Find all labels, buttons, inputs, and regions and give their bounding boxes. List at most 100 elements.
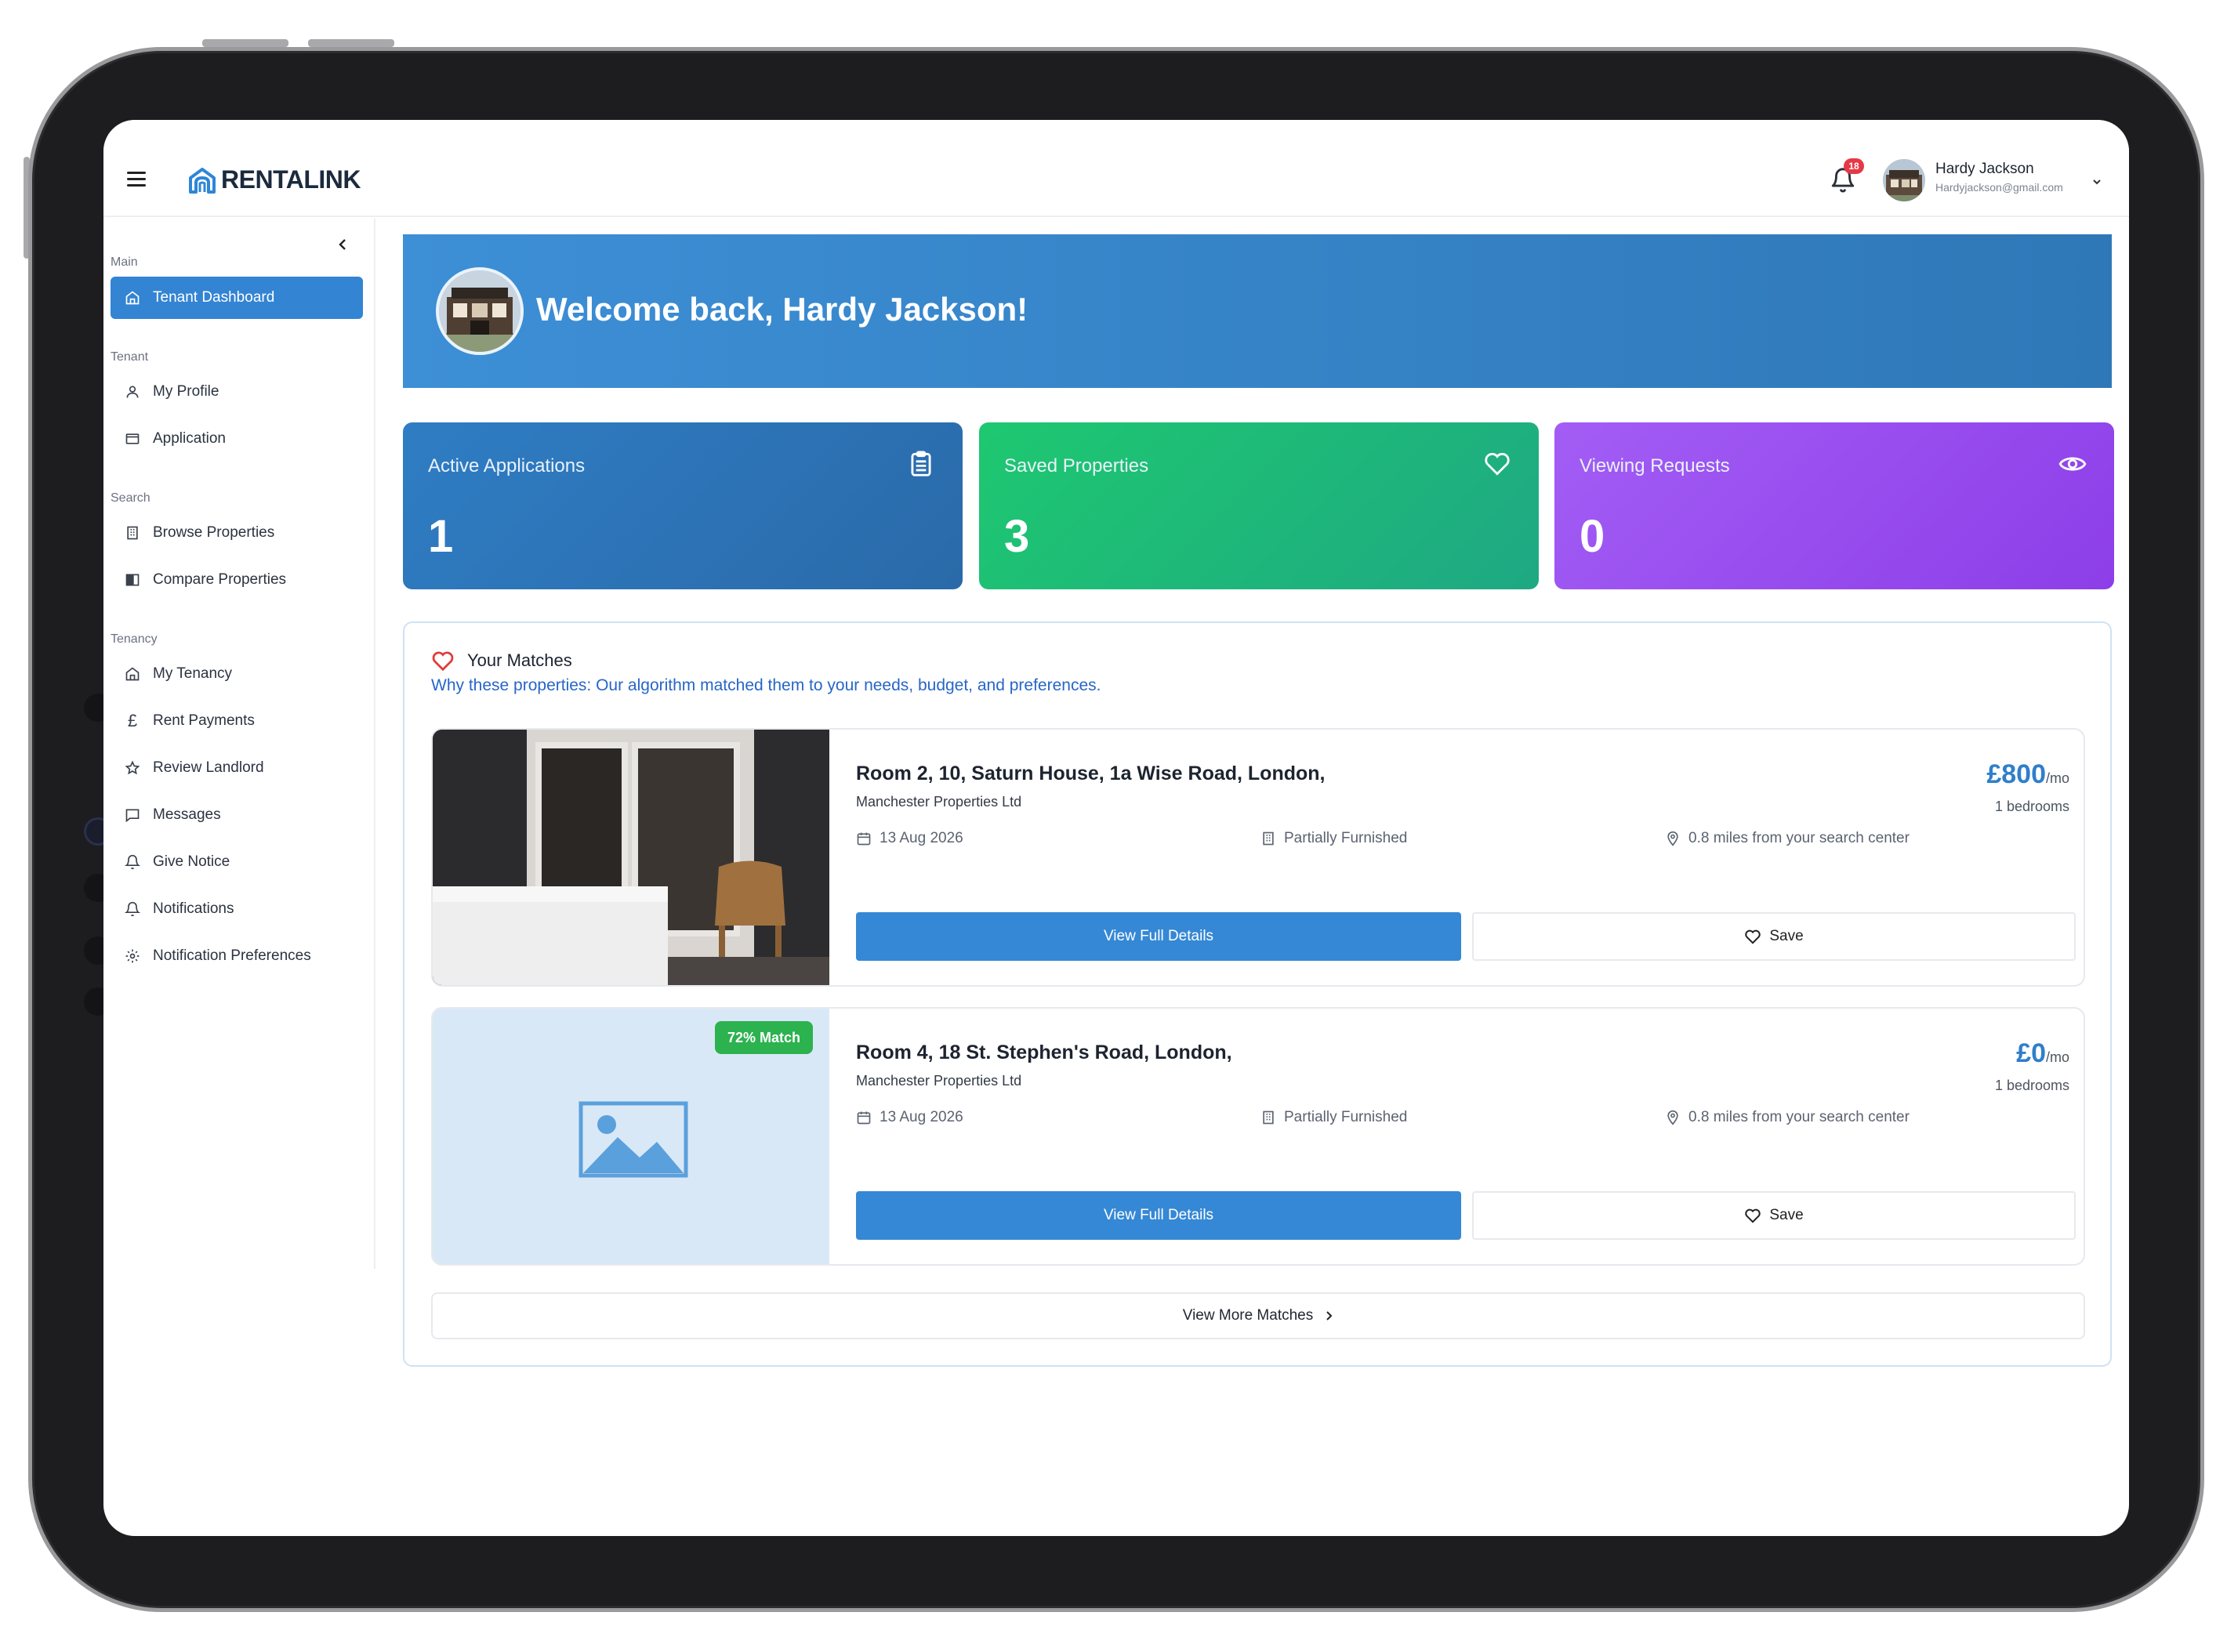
view-more-matches-button[interactable]: View More Matches bbox=[431, 1292, 2085, 1339]
sidebar-item-label: Review Landlord bbox=[153, 759, 264, 776]
bell-icon bbox=[125, 854, 140, 870]
property-furnishing-text: Partially Furnished bbox=[1284, 830, 1408, 846]
stat-card-active-applications[interactable]: Active Applications 1 bbox=[403, 422, 963, 589]
welcome-title: Welcome back, Hardy Jackson! bbox=[536, 291, 1028, 328]
message-icon bbox=[125, 809, 140, 823]
view-full-details-button[interactable]: View Full Details bbox=[856, 912, 1461, 961]
sidebar-item-label: Give Notice bbox=[153, 853, 230, 870]
stat-label: Saved Properties bbox=[1004, 455, 1149, 476]
save-label: Save bbox=[1769, 1207, 1804, 1223]
price-unit: /mo bbox=[2045, 770, 2069, 786]
sidebar-item-browse-properties[interactable]: Browse Properties bbox=[111, 512, 363, 554]
property-company: Manchester Properties Ltd bbox=[856, 1073, 1022, 1089]
top-bar: RENTALINK 18 Hardy Jackson Hardyjackson@… bbox=[103, 120, 2129, 217]
section-label-main: Main bbox=[111, 255, 138, 269]
sidebar-item-give-notice[interactable]: Give Notice bbox=[111, 841, 363, 883]
sidebar-item-label: My Tenancy bbox=[153, 665, 233, 682]
sidebar-item-messages[interactable]: Messages bbox=[111, 794, 363, 836]
price-amount: £800 bbox=[1986, 759, 2046, 789]
sidebar-item-label: Tenant Dashboard bbox=[153, 289, 275, 306]
stat-value: 0 bbox=[1580, 511, 1605, 562]
property-card[interactable]: 72% Match Room 4, 18 St. Stephen's Road,… bbox=[431, 1007, 2085, 1266]
app-screen: RENTALINK 18 Hardy Jackson Hardyjackson@… bbox=[103, 120, 2129, 1536]
stat-value: 1 bbox=[428, 511, 454, 562]
sidebar-item-label: Browse Properties bbox=[153, 524, 275, 541]
heart-icon bbox=[432, 651, 454, 672]
collapse-sidebar-icon[interactable] bbox=[336, 237, 350, 252]
property-company: Manchester Properties Ltd bbox=[856, 794, 1022, 810]
sidebar-item-label: Application bbox=[153, 430, 226, 447]
property-furnishing: Partially Furnished bbox=[1260, 830, 1407, 847]
sidebar-item-notifications[interactable]: Notifications bbox=[111, 888, 363, 930]
section-label-search: Search bbox=[111, 491, 151, 505]
welcome-banner: Welcome back, Hardy Jackson! bbox=[403, 234, 2112, 388]
sidebar-item-review-landlord[interactable]: Review Landlord bbox=[111, 747, 363, 789]
stat-value: 3 bbox=[1004, 511, 1030, 562]
chevron-right-icon bbox=[1326, 1311, 1333, 1321]
price-amount: £0 bbox=[2016, 1038, 2046, 1068]
menu-icon[interactable] bbox=[127, 172, 146, 187]
calendar-icon bbox=[857, 1111, 871, 1125]
home-icon bbox=[125, 667, 140, 681]
sidebar-item-label: Compare Properties bbox=[153, 571, 287, 588]
building-icon bbox=[1263, 831, 1274, 846]
sidebar-item-application[interactable]: Application bbox=[111, 418, 363, 460]
chevron-down-icon[interactable] bbox=[2091, 176, 2102, 187]
user-avatar[interactable] bbox=[1883, 159, 1925, 201]
sidebar-item-notification-preferences[interactable]: Notification Preferences bbox=[111, 935, 363, 977]
property-price: £800/mo bbox=[1986, 759, 2069, 790]
user-name[interactable]: Hardy Jackson bbox=[1935, 161, 2034, 178]
sidebar-item-label: Notification Preferences bbox=[153, 947, 311, 964]
property-photo[interactable] bbox=[433, 730, 829, 985]
property-distance-text: 0.8 miles from your search center bbox=[1688, 1109, 1910, 1125]
heart-icon bbox=[1745, 1208, 1761, 1223]
sidebar-item-my-profile[interactable]: My Profile bbox=[111, 371, 363, 413]
matches-panel: Your Matches Why these properties: Our a… bbox=[403, 621, 2112, 1367]
stat-label: Viewing Requests bbox=[1580, 455, 1730, 476]
notification-count-badge: 18 bbox=[1844, 158, 1864, 174]
star-icon bbox=[125, 760, 140, 775]
location-pin-icon bbox=[1667, 831, 1678, 846]
property-date: 13 Aug 2026 bbox=[856, 1109, 963, 1126]
sidebar-item-compare-properties[interactable]: Compare Properties bbox=[111, 559, 363, 601]
brand-logo[interactable]: RENTALINK bbox=[188, 165, 361, 194]
eye-icon bbox=[2058, 457, 2087, 471]
matches-title: Your Matches bbox=[467, 650, 572, 670]
section-label-tenancy: Tenancy bbox=[111, 632, 158, 646]
match-badge: 72% Match bbox=[715, 1021, 814, 1054]
view-full-details-button[interactable]: View Full Details bbox=[856, 1191, 1461, 1240]
matches-subtitle: Why these properties: Our algorithm matc… bbox=[431, 676, 1101, 694]
save-button[interactable]: Save bbox=[1472, 912, 2076, 961]
property-date-text: 13 Aug 2026 bbox=[880, 830, 963, 846]
stat-card-saved-properties[interactable]: Saved Properties 3 bbox=[979, 422, 1539, 589]
property-furnishing: Partially Furnished bbox=[1260, 1109, 1407, 1126]
location-pin-icon bbox=[1667, 1110, 1678, 1125]
property-price: £0/mo bbox=[2016, 1038, 2069, 1069]
property-photo-placeholder[interactable]: 72% Match bbox=[433, 1009, 829, 1264]
property-date-text: 13 Aug 2026 bbox=[880, 1109, 963, 1125]
building-icon bbox=[127, 526, 138, 540]
sidebar-item-label: Notifications bbox=[153, 900, 234, 917]
building-icon bbox=[1263, 1110, 1274, 1125]
save-button[interactable]: Save bbox=[1472, 1191, 2076, 1240]
property-title[interactable]: Room 2, 10, Saturn House, 1a Wise Road, … bbox=[856, 763, 1325, 785]
property-card[interactable]: Room 2, 10, Saturn House, 1a Wise Road, … bbox=[431, 728, 2085, 987]
property-furnishing-text: Partially Furnished bbox=[1284, 1109, 1408, 1125]
sidebar-item-label: My Profile bbox=[153, 383, 219, 400]
tablet-volume-button-top-2 bbox=[308, 39, 394, 47]
sidebar-item-rent-payments[interactable]: £ Rent Payments bbox=[111, 700, 363, 742]
property-title[interactable]: Room 4, 18 St. Stephen's Road, London, bbox=[856, 1042, 1232, 1064]
price-unit: /mo bbox=[2045, 1049, 2069, 1065]
sidebar-item-tenant-dashboard[interactable]: Tenant Dashboard bbox=[111, 277, 363, 319]
property-bedrooms: 1 bedrooms bbox=[1994, 799, 2069, 814]
sidebar: Main Tenant Dashboard Tenant My Profile … bbox=[103, 219, 375, 1269]
brand-name: RENTALINK bbox=[221, 165, 361, 194]
tablet-volume-button-top bbox=[202, 39, 288, 47]
calendar-icon bbox=[857, 832, 871, 846]
gear-icon bbox=[125, 949, 140, 963]
save-label: Save bbox=[1769, 928, 1804, 944]
stat-card-viewing-requests[interactable]: Viewing Requests 0 bbox=[1554, 422, 2114, 589]
property-bedrooms: 1 bedrooms bbox=[1994, 1078, 2069, 1093]
sidebar-item-my-tenancy[interactable]: My Tenancy bbox=[111, 653, 363, 695]
bell-icon bbox=[125, 901, 140, 917]
